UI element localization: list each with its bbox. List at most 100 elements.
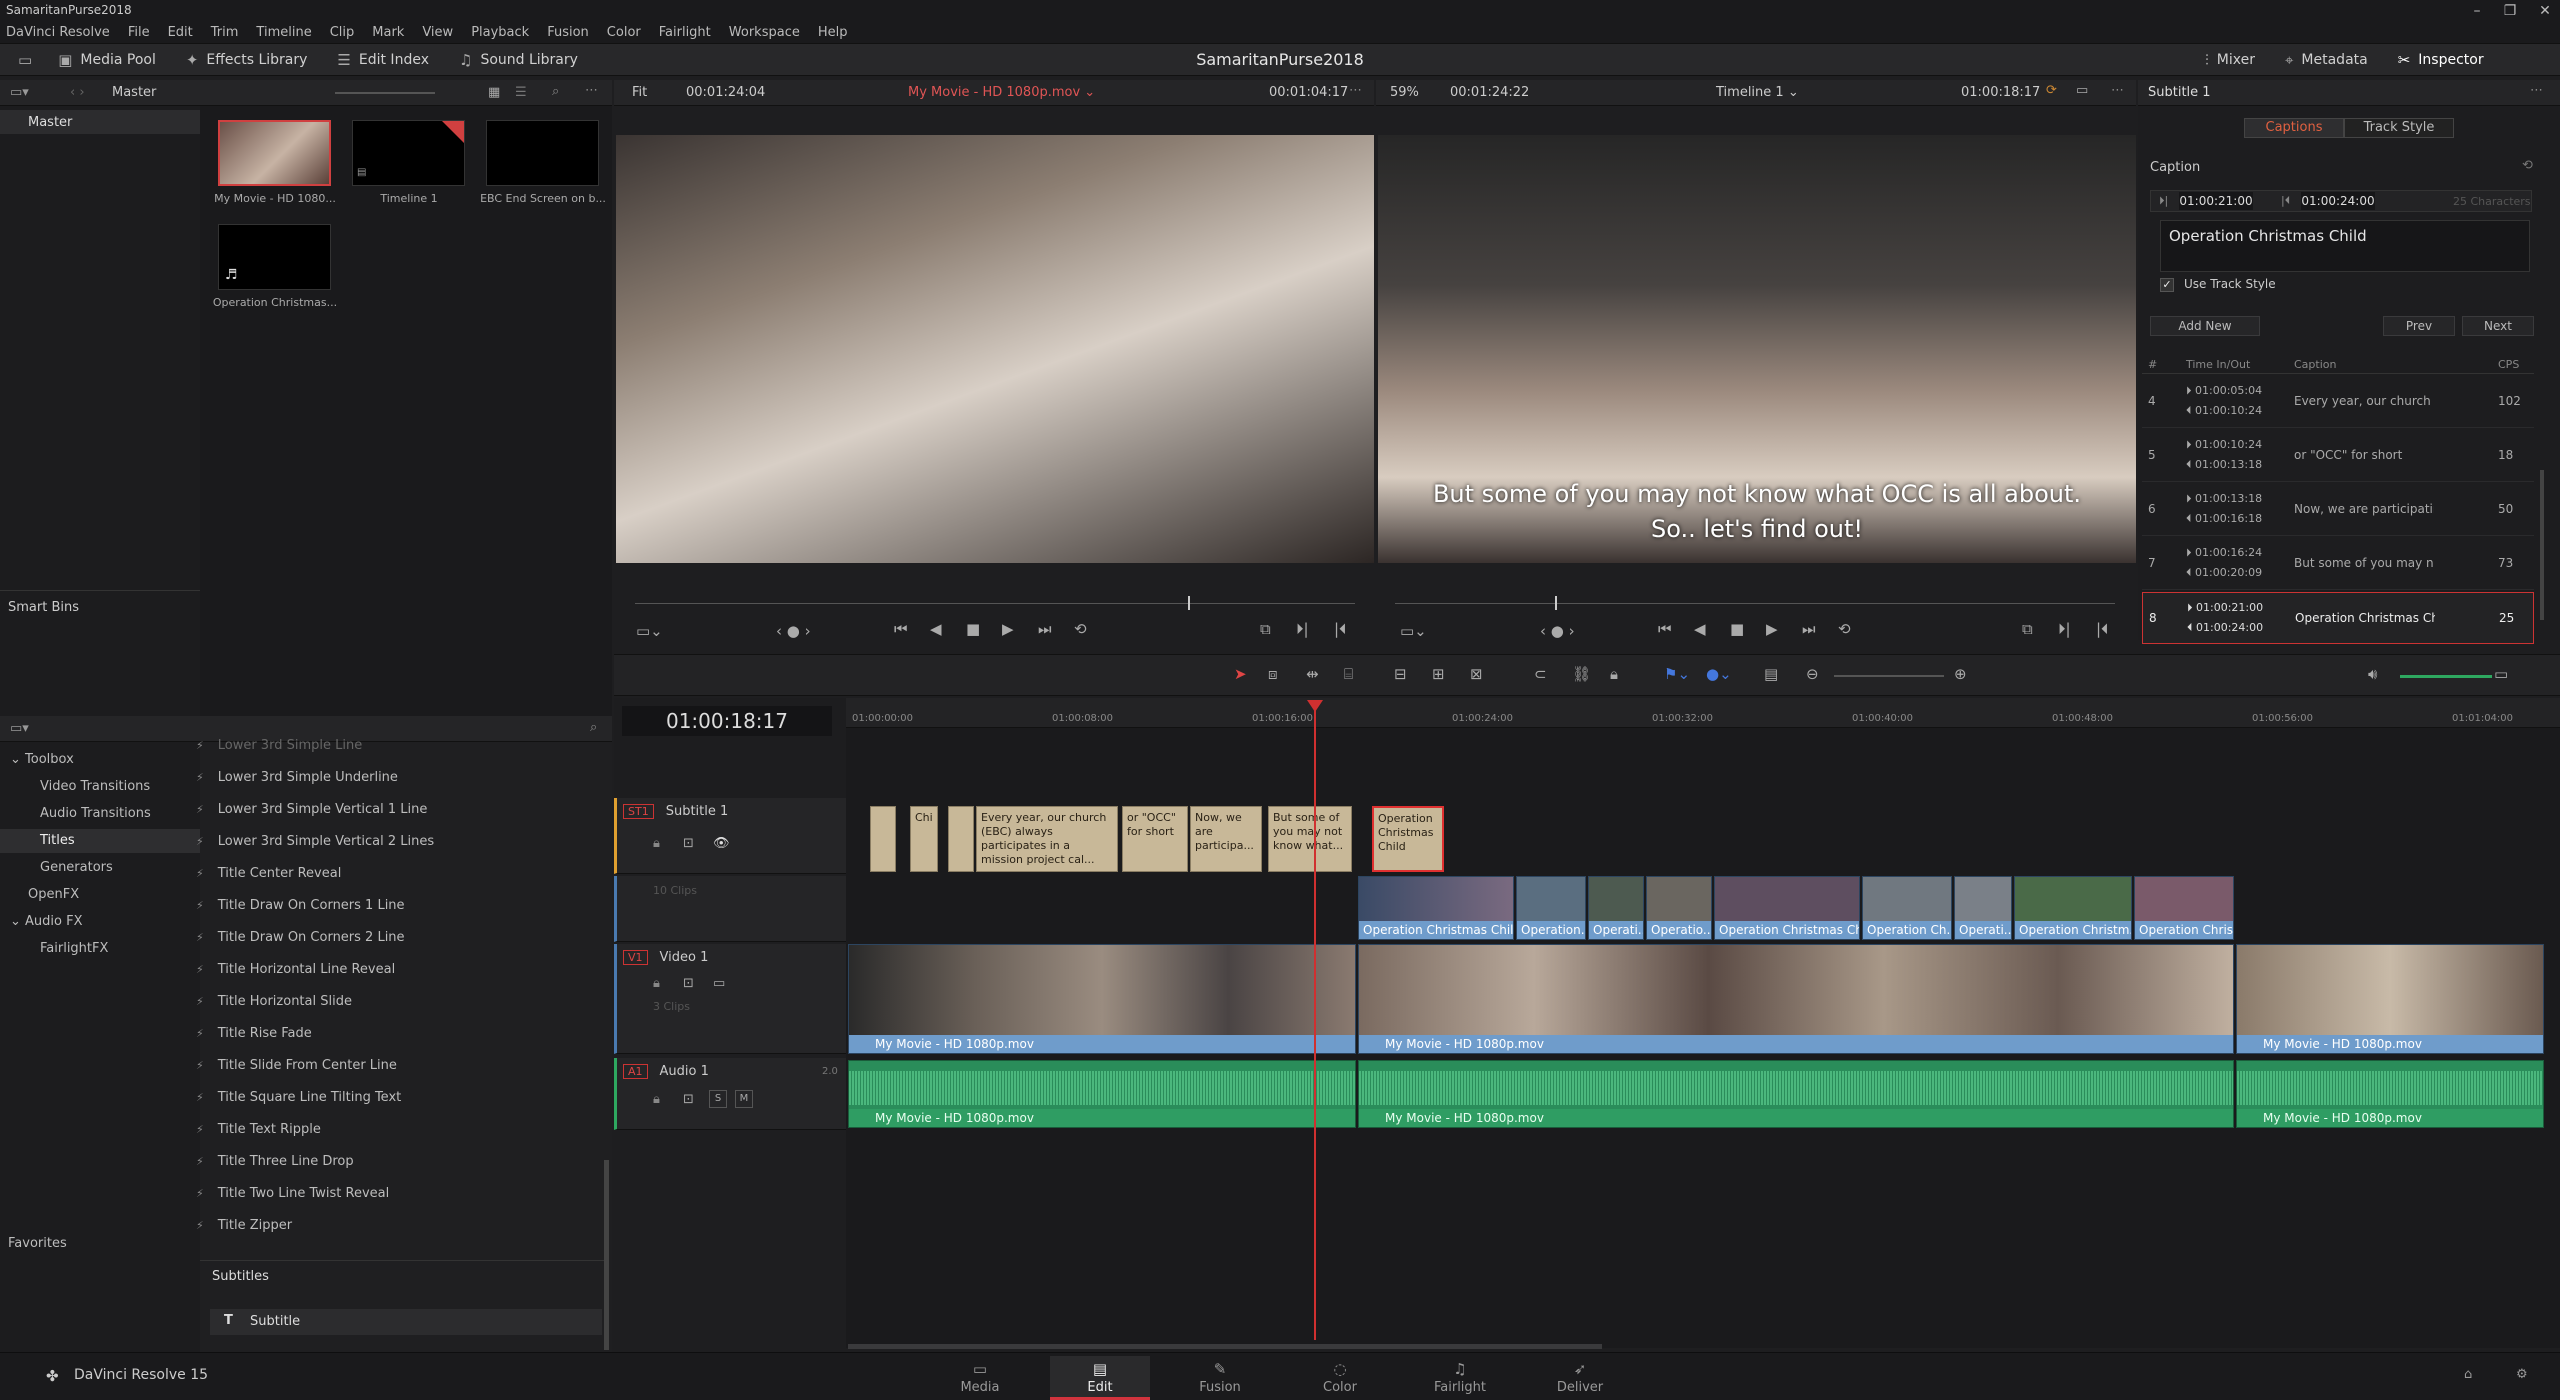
video-clip[interactable]: My Movie - HD 1080p.mov <box>2236 944 2544 1054</box>
menu-fusion[interactable]: Fusion <box>547 25 589 40</box>
home-icon[interactable]: ⌂ <box>2464 1367 2472 1382</box>
viewer-options-icon[interactable]: ▭⌄ <box>636 622 663 640</box>
tree-video-transitions[interactable]: Video Transitions <box>40 779 150 794</box>
track-enable-icon[interactable]: ▭ <box>713 976 725 991</box>
page-media[interactable]: ▭ Media <box>930 1356 1030 1400</box>
more-options-icon[interactable]: ⋯ <box>1349 83 1362 98</box>
tree-titles[interactable]: Titles <box>0 829 200 853</box>
solo-button[interactable]: S <box>709 1090 727 1108</box>
loop-icon[interactable]: ⟲ <box>1074 620 1087 638</box>
speaker-icon[interactable]: 🔊︎ <box>2368 665 2377 683</box>
v2-clip[interactable]: Operation Christmas Ch... <box>1714 876 1860 940</box>
mute-button[interactable]: M <box>735 1090 753 1108</box>
tab-track-style[interactable]: Track Style <box>2344 118 2454 138</box>
effect-item[interactable]: Title Square Line Tilting Text <box>218 1090 402 1105</box>
timeline-name[interactable]: Timeline 1 ⌄ <box>1716 85 1799 100</box>
zoom-dropdown[interactable]: 59% <box>1390 85 1419 100</box>
effect-item[interactable]: Lower 3rd Simple Underline <box>218 770 398 785</box>
tree-openfx[interactable]: OpenFX <box>28 887 79 902</box>
menu-file[interactable]: File <box>128 25 150 40</box>
effect-item[interactable]: Title Slide From Center Line <box>218 1058 397 1073</box>
maximize-button[interactable]: ❐ <box>2495 0 2525 22</box>
more-options-icon[interactable]: ⋯ <box>2530 83 2543 98</box>
effect-item[interactable]: Title Draw On Corners 2 Line <box>218 930 405 945</box>
v2-clip[interactable]: Operati... <box>1954 876 2012 940</box>
go-to-end-icon[interactable]: ⏭ <box>1038 620 1052 638</box>
fit-dropdown[interactable]: Fit <box>632 85 647 100</box>
caption-row[interactable]: 5 ⏵ 01:00:10:24 ⏴ 01:00:13:18 or "OCC" for … <box>2142 430 2534 482</box>
media-pool-button[interactable]: ▣ Media Pool <box>58 51 156 69</box>
subtitle-clip[interactable]: Every year, our church (EBC) always part… <box>976 806 1118 872</box>
sync-icon[interactable]: ⟳ <box>2046 83 2057 98</box>
play-reverse-icon[interactable]: ◀ <box>930 620 942 638</box>
timeline-video-frame[interactable]: But some of you may not know what OCC is… <box>1378 135 2136 563</box>
lock-icon[interactable]: 🔒︎ <box>653 976 660 991</box>
video-clip[interactable]: My Movie - HD 1080p.mov <box>848 944 1356 1054</box>
list-view-icon[interactable]: ☰ <box>515 85 527 100</box>
timeline-playhead[interactable] <box>1314 700 1316 1340</box>
settings-gear-icon[interactable]: ⚙ <box>2516 1367 2528 1382</box>
effect-item[interactable]: Title Horizontal Line Reveal <box>218 962 395 977</box>
mark-in-icon[interactable]: ⏵| <box>1296 620 1309 638</box>
caption-row-selected[interactable]: 8 ⏵ 01:00:21:00 ⏴ 01:00:24:00 Operation Chr… <box>2142 592 2534 644</box>
source-video-frame[interactable] <box>616 135 1374 563</box>
mark-out-icon[interactable]: |⏴ <box>2096 620 2109 638</box>
dynamic-trim-icon[interactable]: ⇹ <box>1306 665 1319 683</box>
mark-in-icon[interactable]: ⏵| <box>2058 620 2071 638</box>
grid-view-icon[interactable]: ▦ <box>488 85 500 100</box>
tree-audio-transitions[interactable]: Audio Transitions <box>40 806 151 821</box>
clip-thumb-timeline[interactable]: ▤ <box>352 120 465 186</box>
caption-row[interactable]: 4 ⏵ 01:00:05:04 ⏴ 01:00:10:24 Every year, o… <box>2142 376 2534 428</box>
play-icon[interactable]: ▶ <box>1766 620 1778 638</box>
track-id[interactable]: ST1 <box>623 804 654 819</box>
more-options-icon[interactable]: ⋯ <box>585 83 598 98</box>
menu-help[interactable]: Help <box>818 25 848 40</box>
menu-playback[interactable]: Playback <box>471 25 529 40</box>
audio-clip[interactable]: My Movie - HD 1080p.mov <box>1358 1060 2234 1128</box>
prev-button[interactable]: Prev <box>2383 316 2455 336</box>
tab-captions[interactable]: Captions <box>2244 118 2344 138</box>
caption-text-field[interactable]: Operation Christmas Child <box>2160 220 2530 272</box>
menu-trim[interactable]: Trim <box>211 25 239 40</box>
source-scrubber[interactable] <box>635 603 1355 604</box>
menu-clip[interactable]: Clip <box>330 25 355 40</box>
add-new-button[interactable]: Add New <box>2150 316 2260 336</box>
v2-clip[interactable]: Operatio... <box>1646 876 1712 940</box>
mixer-button[interactable]: ⫶ Mixer <box>2205 51 2255 69</box>
reset-icon[interactable]: ⟲ <box>2522 158 2533 173</box>
inspector-button[interactable]: ✂ Inspector <box>2398 51 2484 69</box>
effect-item[interactable]: Title Zipper <box>218 1218 292 1233</box>
menu-view[interactable]: View <box>422 25 453 40</box>
viewer-options-icon[interactable]: ▭⌄ <box>1400 622 1427 640</box>
play-reverse-icon[interactable]: ◀ <box>1694 620 1706 638</box>
v2-clip[interactable]: Operati... <box>1588 876 1644 940</box>
volume-slider[interactable] <box>2400 675 2492 678</box>
tree-generators[interactable]: Generators <box>40 860 113 875</box>
blade-tool-icon[interactable]: ⌸ <box>1344 665 1353 683</box>
linked-selection-icon[interactable]: ⛓ <box>1572 665 1591 683</box>
use-track-style-checkbox[interactable]: ✓ <box>2160 278 2174 292</box>
effect-item[interactable]: Title Text Ripple <box>218 1122 321 1137</box>
search-icon[interactable]: ⌕ <box>590 720 597 735</box>
auto-select-icon[interactable]: ⊡ <box>683 836 694 851</box>
close-button[interactable]: ✕ <box>2530 0 2560 22</box>
subtitle-clip[interactable]: But some of you may not know what... <box>1268 806 1352 872</box>
edit-index-button[interactable]: ☰ Edit Index <box>337 51 429 69</box>
track-id[interactable]: V1 <box>623 950 648 965</box>
effect-item[interactable]: Title Three Line Drop <box>218 1154 354 1169</box>
zoom-in-icon[interactable]: ⊕ <box>1954 665 1967 683</box>
subtitle-clip[interactable] <box>948 806 974 872</box>
inspector-scrollbar[interactable] <box>2540 470 2544 620</box>
more-options-icon[interactable]: ⋯ <box>2111 83 2124 98</box>
insert-clip-icon[interactable]: ⊟ <box>1394 665 1407 683</box>
stop-icon[interactable]: ■ <box>1730 620 1744 638</box>
effect-item[interactable]: Title Horizontal Slide <box>218 994 352 1009</box>
menu-workspace[interactable]: Workspace <box>729 25 800 40</box>
subtitle-clip[interactable] <box>870 806 896 872</box>
menu-fairlight[interactable]: Fairlight <box>659 25 711 40</box>
jog-icon[interactable]: ‹ ● › <box>1540 622 1575 640</box>
effect-item[interactable]: Lower 3rd Simple Vertical 1 Line <box>218 802 428 817</box>
v2-clip[interactable]: Operation Chris... <box>2134 876 2234 940</box>
effect-item[interactable]: Title Center Reveal <box>218 866 342 881</box>
tree-audio-fx[interactable]: ⌄ Audio FX <box>10 914 83 929</box>
